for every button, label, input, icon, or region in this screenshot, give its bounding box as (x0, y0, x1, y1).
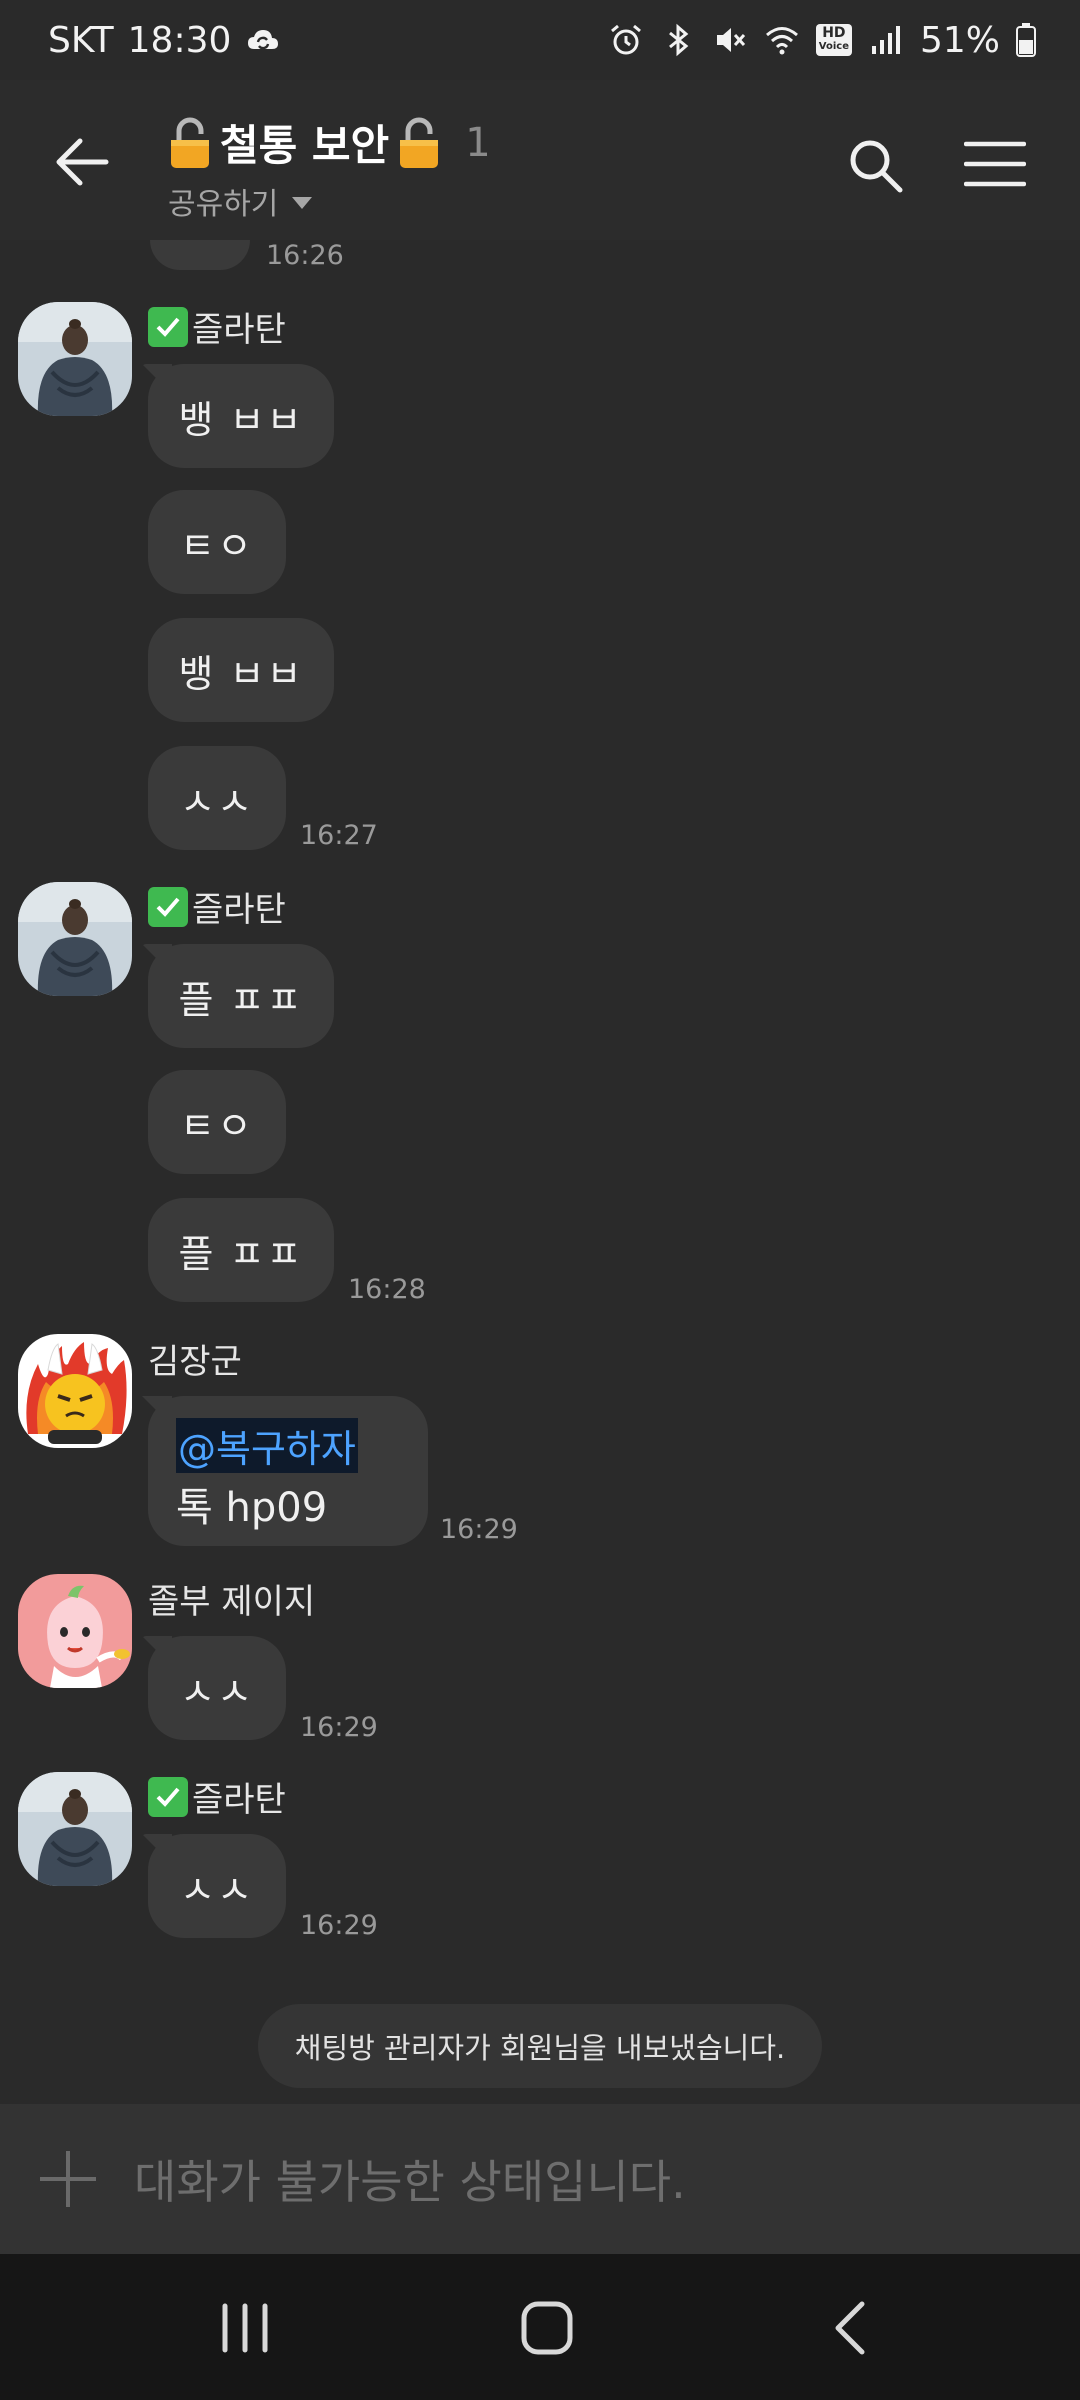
message-time: 16:26 (266, 240, 344, 271)
message-bubble[interactable]: ㅅㅅ (148, 746, 286, 850)
mute-icon (716, 28, 745, 52)
message-bubble[interactable]: 뱅 ㅂㅂ (148, 618, 334, 722)
mention-tag[interactable]: @복구하자 (176, 1418, 358, 1473)
hd-voice-icon: HD Voice (815, 24, 852, 56)
message-bubble[interactable]: ㅅㅅ (148, 1834, 286, 1938)
sender-label: 졸부 제이지 (148, 1582, 316, 1622)
cloud-sync-icon (248, 30, 279, 50)
message-bubble[interactable]: 플 ㅍㅍ (148, 944, 334, 1048)
message-bubble[interactable]: ㅌㅇ (148, 1070, 286, 1174)
previous-message-bubble[interactable] (150, 240, 250, 270)
search-icon[interactable] (846, 136, 906, 196)
input-bar: 대화가 불가능한 상태입니다. (0, 2104, 1080, 2254)
message-time: 16:27 (300, 820, 378, 851)
avatar[interactable] (18, 1772, 132, 1886)
message-time: 16:29 (300, 1712, 378, 1743)
sender-name: 즐라탄 (148, 302, 286, 351)
hd-label: HD (822, 25, 846, 41)
system-nav-bar (0, 2254, 1080, 2400)
message-bubble[interactable]: ㅌㅇ (148, 490, 286, 594)
bluetooth-icon (668, 23, 689, 57)
member-count: 1 (465, 119, 491, 166)
message-bubble[interactable]: @복구하자 톡 hp09 (148, 1396, 428, 1546)
lock-icon (400, 117, 439, 168)
back-nav-icon[interactable] (816, 2298, 886, 2358)
avatar[interactable] (18, 302, 132, 416)
message-time: 16:28 (348, 1274, 426, 1305)
chat-messages[interactable]: 16:26 즐라탄 뱅 ㅂㅂ ㅌㅇ 뱅 ㅂㅂ ㅅㅅ 16:27 즐라탄 플 ㅍㅍ… (0, 240, 1080, 2104)
status-bar: SKT 18:30 HD Voice 51% (0, 0, 1080, 80)
system-notice: 채팅방 관리자가 회원님을 내보냈습니다. (258, 2004, 822, 2088)
recent-apps-icon[interactable] (210, 2298, 280, 2358)
avatar[interactable] (18, 1574, 132, 1688)
lock-icon (171, 117, 209, 168)
message-bubble[interactable]: ㅅㅅ (148, 1636, 286, 1740)
message-text: 톡 hp09 (176, 1485, 328, 1531)
message-bubble[interactable]: 플 ㅍㅍ (148, 1198, 334, 1302)
plus-icon (38, 2149, 98, 2209)
share-label: 공유하기 (168, 187, 279, 222)
chat-header: 철통 보안 1 공유하기 (0, 80, 1080, 240)
disabled-input-message: 대화가 불가능한 상태입니다. (134, 2155, 686, 2209)
wifi-icon (765, 27, 798, 55)
back-arrow-icon[interactable] (52, 132, 112, 192)
caret-down-icon (292, 197, 313, 209)
chat-title-area[interactable]: 철통 보안 1 공유하기 (168, 112, 491, 223)
avatar[interactable] (18, 1334, 132, 1448)
battery-percent: 51% (919, 19, 1000, 61)
check-mark-icon (148, 306, 188, 347)
alarm-icon (610, 24, 641, 55)
clock-time: 18:30 (127, 19, 232, 61)
check-mark-icon (148, 1776, 188, 1817)
message-bubble[interactable]: 뱅 ㅂㅂ (148, 364, 334, 468)
avatar[interactable] (18, 882, 132, 996)
sender-label: 즐라탄 (192, 310, 286, 350)
sender-label: 즐라탄 (192, 890, 286, 930)
share-dropdown[interactable]: 공유하기 (168, 179, 491, 223)
sender-name: 졸부 제이지 (148, 1574, 315, 1623)
hamburger-menu-icon[interactable] (964, 140, 1026, 188)
check-mark-icon (148, 886, 188, 927)
sender-name: 즐라탄 (148, 1772, 286, 1821)
message-time: 16:29 (440, 1514, 518, 1545)
voice-label: Voice (818, 41, 849, 52)
message-time: 16:29 (300, 1910, 378, 1941)
sender-label: 즐라탄 (192, 1780, 286, 1820)
signal-icon (871, 26, 900, 54)
home-icon[interactable] (512, 2298, 582, 2358)
battery-icon (1016, 23, 1036, 57)
sender-name: 즐라탄 (148, 882, 286, 931)
sender-label: 김장군 (148, 1342, 242, 1382)
carrier-label: SKT (48, 19, 114, 61)
chat-title: 철통 보안 (220, 121, 390, 170)
sender-name: 김장군 (148, 1334, 242, 1383)
